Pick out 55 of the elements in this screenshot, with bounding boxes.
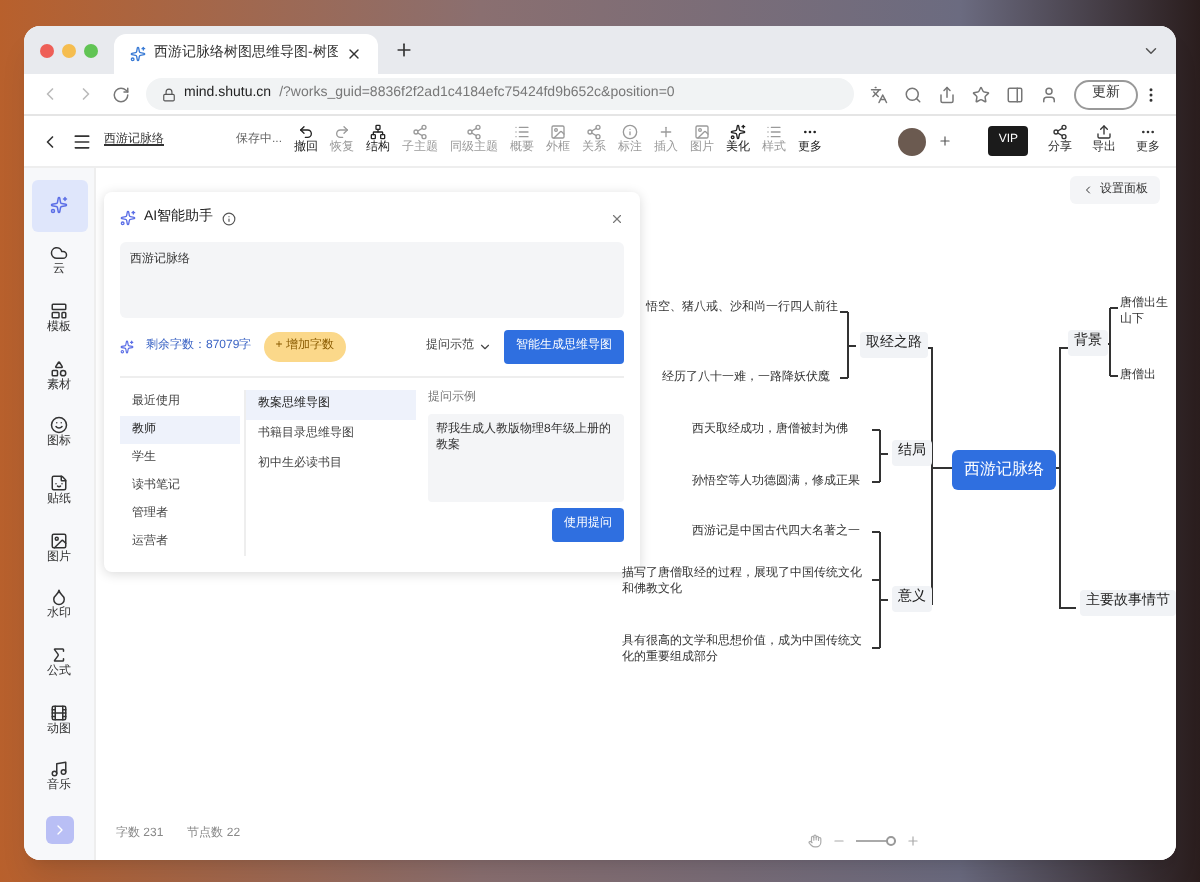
nodes-icon — [586, 124, 603, 140]
info-icon[interactable] — [221, 211, 236, 226]
shapes-icon — [50, 359, 68, 378]
cloud-icon — [50, 244, 68, 263]
tab-favicon-icon — [130, 46, 146, 62]
chevron-left-icon — [1082, 184, 1094, 196]
undo-icon — [298, 124, 315, 140]
close-icon[interactable] — [610, 211, 624, 226]
bookmark-star-icon[interactable] — [972, 85, 990, 103]
image-icon — [694, 124, 711, 140]
reload-icon[interactable] — [112, 85, 130, 103]
nodes-icon — [412, 124, 429, 140]
search-icon[interactable] — [904, 85, 922, 103]
lock-icon — [162, 87, 176, 101]
list-icon — [514, 124, 531, 140]
connector-line — [1103, 307, 1119, 377]
root-node[interactable]: 西游记脉络 — [952, 450, 1056, 490]
image-icon — [550, 124, 567, 140]
side-panel-icon[interactable] — [1006, 85, 1024, 103]
list-icon — [766, 124, 783, 140]
user-avatar[interactable] — [898, 127, 927, 155]
share-icon — [1052, 124, 1068, 140]
menu-icon[interactable] — [72, 131, 92, 151]
plus-icon — [658, 124, 675, 140]
ai-logo-icon — [120, 210, 136, 227]
share-page-icon[interactable] — [938, 85, 956, 103]
droplet-icon — [50, 588, 68, 607]
ai-logo-icon — [120, 339, 134, 353]
sidebar-item[interactable] — [31, 180, 87, 232]
upload-icon — [1096, 124, 1112, 140]
smiley-icon — [50, 416, 68, 435]
structure-icon — [370, 124, 387, 140]
film-icon — [50, 703, 68, 722]
sparkles-icon — [50, 196, 68, 215]
zoom-slider-thumb[interactable] — [885, 836, 895, 846]
hand-tool-icon[interactable] — [808, 834, 822, 848]
layout-icon — [50, 302, 68, 321]
sigma-icon — [50, 646, 68, 665]
translate-icon[interactable] — [870, 85, 888, 103]
connector-line — [839, 311, 857, 379]
close-tab-icon[interactable] — [346, 46, 362, 62]
image-icon — [50, 531, 68, 550]
connector-line — [871, 429, 889, 483]
sticker-icon — [50, 474, 68, 493]
profile-icon[interactable] — [1040, 85, 1058, 103]
music-note-icon — [50, 760, 68, 779]
new-tab-icon[interactable] — [394, 40, 414, 60]
redo-icon — [334, 124, 351, 140]
close-window-control[interactable] — [40, 43, 54, 57]
connector-line — [871, 531, 889, 649]
nodes-icon — [466, 124, 483, 140]
add-collaborator-icon[interactable] — [938, 134, 953, 148]
sparkles-icon — [730, 124, 747, 140]
info-icon — [622, 124, 639, 140]
chevron-down-icon — [478, 339, 492, 353]
